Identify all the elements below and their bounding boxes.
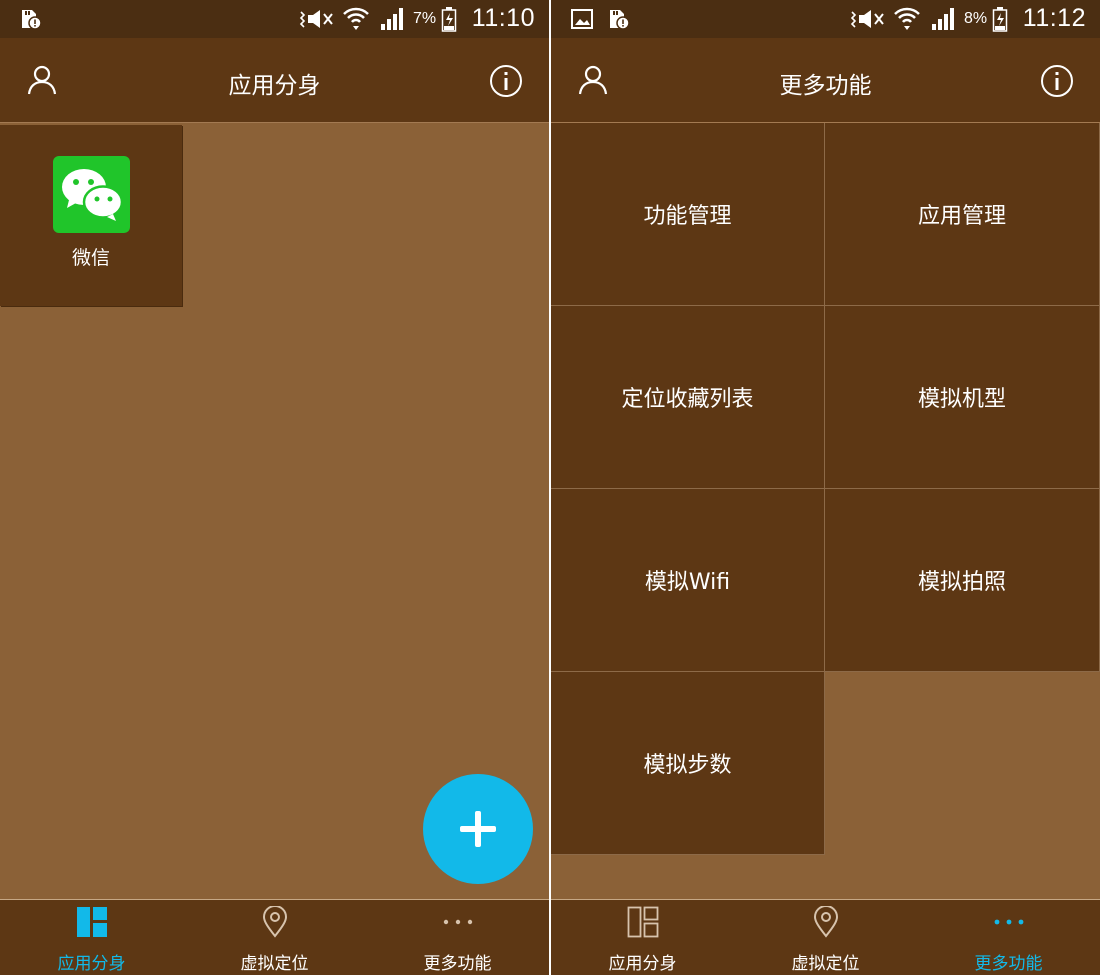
nav-label: 应用分身 [57, 954, 126, 974]
nav-item-app-clone[interactable]: 应用分身 [0, 900, 183, 975]
image-notification-icon [571, 9, 593, 29]
nav-item-virtual-location[interactable]: 虚拟定位 [734, 900, 917, 975]
info-icon[interactable] [489, 64, 523, 98]
more-dots-icon [443, 919, 472, 925]
wechat-icon [53, 156, 130, 233]
status-time: 11:12 [1022, 4, 1086, 32]
vibrate-icon [299, 10, 333, 28]
app-bar: 应用分身 [0, 38, 549, 122]
battery-charging-icon [441, 7, 457, 32]
vibrate-icon [850, 10, 884, 28]
nav-label: 虚拟定位 [791, 954, 860, 974]
screen-more-features: 8% 11:12 更多功能 功能管理 应用管理 定位收藏列表 模拟机型 模拟Wi… [551, 0, 1100, 975]
location-pin-icon [262, 906, 287, 938]
feature-simulate-steps[interactable]: 模拟步数 [551, 672, 825, 855]
bottom-nav: 应用分身 虚拟定位 更多功能 [0, 899, 549, 975]
info-icon[interactable] [1040, 64, 1074, 98]
location-pin-icon [813, 906, 838, 938]
more-dots-icon [994, 919, 1023, 925]
nav-label: 虚拟定位 [240, 954, 309, 974]
screen-app-clone: 7% 11:10 应用分身 微信 应用分身 虚拟定位 更多功能 [0, 0, 549, 975]
feature-simulate-wifi[interactable]: 模拟Wifi [551, 489, 825, 672]
grid-layout-icon [76, 907, 107, 937]
wifi-icon [343, 7, 369, 30]
app-label: 微信 [71, 247, 110, 269]
app-tile-wechat[interactable]: 微信 [0, 125, 182, 306]
sd-card-alert-icon [22, 10, 42, 30]
wifi-icon [894, 7, 920, 30]
nav-item-app-clone[interactable]: 应用分身 [551, 900, 734, 975]
nav-label: 应用分身 [608, 954, 677, 974]
battery-percent: 8% [964, 10, 988, 27]
battery-percent: 7% [413, 10, 437, 27]
bottom-nav: 应用分身 虚拟定位 更多功能 [551, 899, 1100, 975]
feature-app-management[interactable]: 应用管理 [825, 123, 1100, 306]
feature-simulate-device-model[interactable]: 模拟机型 [825, 306, 1100, 489]
grid-layout-icon [627, 906, 658, 938]
nav-label: 更多功能 [423, 954, 492, 974]
feature-function-management[interactable]: 功能管理 [551, 123, 825, 306]
nav-item-more-features[interactable]: 更多功能 [366, 900, 549, 975]
feature-location-favorites[interactable]: 定位收藏列表 [551, 306, 825, 489]
feature-grid-area: 功能管理 应用管理 定位收藏列表 模拟机型 模拟Wifi 模拟拍照 模拟步数 [551, 122, 1100, 899]
page-title: 应用分身 [228, 73, 321, 99]
status-bar: 8% 11:12 [551, 0, 1100, 38]
nav-item-virtual-location[interactable]: 虚拟定位 [183, 900, 366, 975]
feature-simulate-camera[interactable]: 模拟拍照 [825, 489, 1100, 672]
nav-label: 更多功能 [974, 954, 1043, 974]
nav-item-more-features[interactable]: 更多功能 [917, 900, 1100, 975]
battery-charging-icon [992, 7, 1008, 32]
sd-card-alert-icon [610, 10, 630, 30]
signal-icon [381, 8, 403, 30]
status-time: 11:10 [471, 4, 535, 32]
app-bar: 更多功能 [551, 38, 1100, 122]
status-bar: 7% 11:10 [0, 0, 549, 38]
add-app-button[interactable] [423, 774, 533, 884]
signal-icon [932, 8, 954, 30]
page-title: 更多功能 [779, 73, 872, 99]
